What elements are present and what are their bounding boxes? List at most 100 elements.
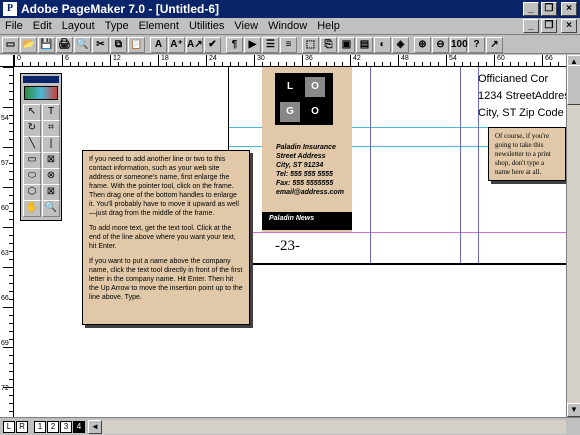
ruler-tick	[30, 62, 31, 66]
acrobat-icon[interactable]: ◈	[392, 36, 409, 53]
cut-icon[interactable]: ✂	[92, 36, 109, 53]
doc-close-button[interactable]: ×	[561, 19, 577, 33]
email: email@address.com	[276, 189, 344, 196]
scroll-down-button[interactable]: ▼	[567, 403, 580, 417]
ruler-tick	[9, 211, 13, 212]
polygon-frame-tool-icon[interactable]: ⊠	[42, 184, 60, 201]
newsletter-name-bar[interactable]: Paladin News	[262, 212, 352, 230]
link-icon[interactable]: ⎘	[320, 36, 337, 53]
horizontal-ruler[interactable]: 0 6 12 18 24 30 36 42 48 54 60 66	[14, 55, 566, 67]
zoom-tool-icon[interactable]: 🔍	[42, 200, 60, 217]
vertical-scrollbar[interactable]: ▲ ▼	[566, 55, 580, 417]
page-tab-3[interactable]: 3	[60, 421, 72, 433]
fill-icon[interactable]: ▤	[356, 36, 373, 53]
text-tool-icon[interactable]: T	[42, 104, 60, 121]
rectangle-tool-icon[interactable]: ▭	[23, 152, 41, 169]
save-icon[interactable]: 💾	[38, 36, 55, 53]
column-guide[interactable]	[370, 67, 371, 263]
spelling-icon[interactable]: ✔	[204, 36, 221, 53]
ruler-tick	[9, 283, 13, 284]
margin-line	[228, 232, 566, 233]
kerning-icon[interactable]: A↗	[186, 36, 203, 53]
vertical-ruler[interactable]: 5457606366697275	[0, 67, 14, 417]
image-icon[interactable]: ▣	[338, 36, 355, 53]
menu-file[interactable]: File	[0, 20, 28, 32]
menu-element[interactable]: Element	[134, 20, 184, 32]
arrow-icon[interactable]: ↗	[486, 36, 503, 53]
logo-block[interactable]: L O G O	[275, 73, 333, 125]
hand-tool-icon[interactable]: ✋	[23, 200, 41, 217]
street-address: Street Address	[276, 153, 326, 160]
close-button[interactable]: ×	[561, 2, 577, 16]
page-tab-1[interactable]: 1	[34, 421, 46, 433]
color-swatch-icon[interactable]	[24, 86, 58, 100]
ruler-tick	[86, 62, 87, 66]
page-tab-left-master[interactable]: L	[3, 421, 15, 433]
new-icon[interactable]: ▭	[2, 36, 19, 53]
minimize-button[interactable]: _	[523, 2, 539, 16]
pointer-tool-icon[interactable]: ↖	[23, 104, 41, 121]
ruler-tick-label: 48	[401, 55, 409, 62]
menu-type[interactable]: Type	[100, 20, 134, 32]
copy-icon[interactable]: ⧉	[110, 36, 127, 53]
instruction-note[interactable]: If you need to add another line or two t…	[82, 150, 250, 325]
page-tab-right-master[interactable]: R	[16, 421, 28, 433]
zoom-out-icon[interactable]: ⊖	[432, 36, 449, 53]
doc-restore-button[interactable]: ❐	[541, 19, 557, 33]
open-icon[interactable]: 📂	[20, 36, 37, 53]
ruler-tick	[374, 62, 375, 66]
company-info[interactable]: Paladin Insurance Street Address City, S…	[276, 143, 344, 197]
scroll-thumb[interactable]	[567, 65, 580, 105]
menu-edit[interactable]: Edit	[28, 20, 57, 32]
constrained-line-tool-icon[interactable]: |	[42, 136, 60, 153]
pagemaker-app-icon[interactable]: P	[3, 2, 17, 16]
ruler-tick-label: 60	[497, 55, 505, 62]
print-note[interactable]: Of course, if you're going to take this …	[488, 127, 566, 181]
ruler-tick	[518, 62, 519, 66]
ruler-corner[interactable]	[0, 55, 14, 67]
scroll-left-button[interactable]: ◄	[88, 420, 102, 434]
page-tab-4[interactable]: 4	[73, 421, 85, 433]
font-icon[interactable]: A	[150, 36, 167, 53]
ellipse-tool-icon[interactable]: ⬭	[23, 168, 41, 185]
ruler-tick	[70, 62, 71, 66]
column-guide[interactable]	[460, 67, 461, 263]
paragraph-icon[interactable]: ¶	[226, 36, 243, 53]
ruler-tick	[9, 219, 13, 220]
ruler-tick	[3, 267, 13, 268]
menu-layout[interactable]: Layout	[57, 20, 100, 32]
ruler-tick	[3, 187, 13, 188]
crop-tool-icon[interactable]: ⌗	[42, 120, 60, 137]
address-block[interactable]: Officianed Cor 1234 StreetAddress City, …	[478, 71, 575, 122]
menu-view[interactable]: View	[229, 20, 263, 32]
horizontal-scrollbar[interactable]	[102, 420, 566, 434]
rotate-tool-icon[interactable]: ↻	[23, 120, 41, 137]
rectangle-frame-tool-icon[interactable]: ⊠	[42, 152, 60, 169]
doc-minimize-button[interactable]: _	[523, 19, 539, 33]
page-number[interactable]: -23-	[275, 238, 300, 255]
place-icon[interactable]: ⬚	[302, 36, 319, 53]
paste-icon[interactable]: 📋	[128, 36, 145, 53]
menu-window[interactable]: Window	[263, 20, 312, 32]
color-icon[interactable]: ◐	[374, 36, 391, 53]
zoom-in-icon[interactable]: ⊕	[414, 36, 431, 53]
print-icon[interactable]: 🖨	[56, 36, 73, 53]
restore-button[interactable]: ❐	[541, 2, 557, 16]
polygon-tool-icon[interactable]: ⬡	[23, 184, 41, 201]
ruler-tick	[3, 347, 13, 348]
align-icon[interactable]: ≡	[280, 36, 297, 53]
indent-icon[interactable]: ▶	[244, 36, 261, 53]
ellipse-frame-tool-icon[interactable]: ⊗	[42, 168, 60, 185]
font-size-up-icon[interactable]: A⁺	[168, 36, 185, 53]
toolbox-palette[interactable]: ↖ T ↻ ⌗ ╲ | ▭ ⊠ ⬭ ⊗ ⬡ ⊠ ✋ 🔍	[20, 73, 62, 221]
menu-utilities[interactable]: Utilities	[184, 20, 229, 32]
find-icon[interactable]: 🔍	[74, 36, 91, 53]
menu-help[interactable]: Help	[312, 20, 345, 32]
page-tab-2[interactable]: 2	[47, 421, 59, 433]
zoom-100-icon[interactable]: 100	[450, 36, 468, 53]
bullets-icon[interactable]: ☰	[262, 36, 279, 53]
line-tool-icon[interactable]: ╲	[23, 136, 41, 153]
help-icon[interactable]: ?	[468, 36, 485, 53]
toolbox-title-bar[interactable]	[23, 76, 59, 83]
ruler-tick	[3, 67, 13, 68]
